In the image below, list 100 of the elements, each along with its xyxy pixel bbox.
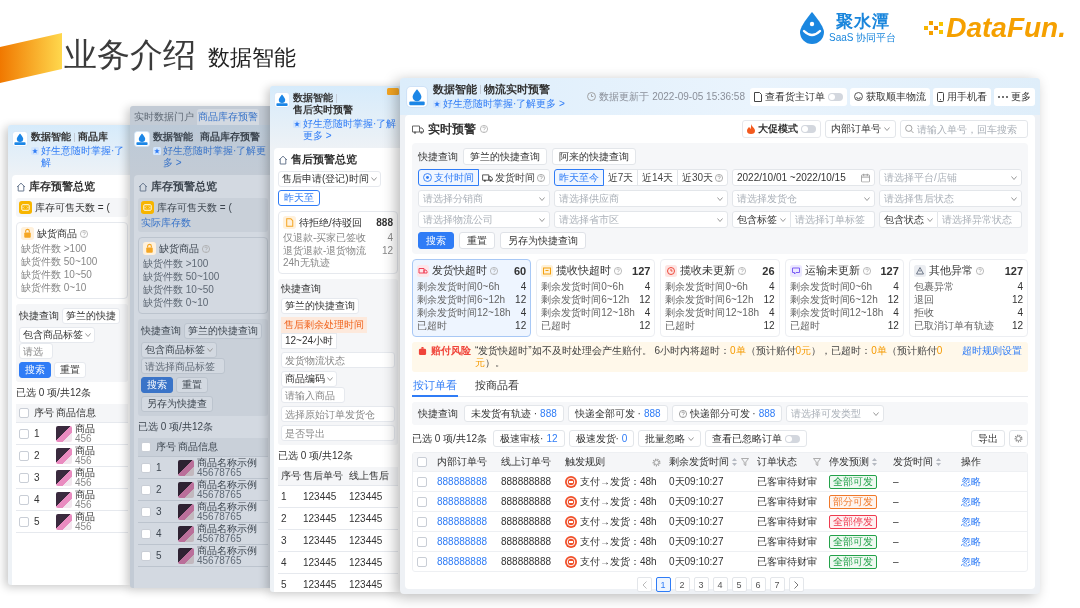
column-header[interactable]: 内部订单号 <box>433 453 497 471</box>
page-button[interactable]: 3 <box>693 577 709 592</box>
toolbar-button[interactable]: 极速审核· 12 <box>493 430 565 447</box>
toggle-switch[interactable] <box>801 125 816 133</box>
action-button[interactable]: 搜索 <box>19 362 51 378</box>
select-field[interactable]: 请选择平台/店铺 <box>879 169 1022 186</box>
filter-dropdown[interactable]: 包含商品标签 <box>141 342 217 358</box>
select-field[interactable]: 请选择供应商 <box>554 190 728 207</box>
alert-card[interactable]: 揽收快超时 127 剩余发货时间0~6h 4 剩余发货时间6~12h 12 剩余发货时间12~18h 4 已超时 12 <box>536 259 656 337</box>
toolbar-button[interactable]: 批量忽略 <box>638 430 702 447</box>
checkbox[interactable] <box>19 450 29 461</box>
promo-mode-button[interactable]: 大促模式 <box>742 120 821 138</box>
checkbox[interactable] <box>19 408 29 418</box>
help-icon[interactable] <box>614 266 623 275</box>
order-link[interactable]: 888888888 <box>437 555 488 568</box>
alert-card[interactable]: 揽收未更新 26 剩余发货时间0~6h 4 剩余发货时间6~12h 12 剩余发货时间12~18h 4 已超时 12 <box>660 259 780 337</box>
checkbox[interactable] <box>141 484 151 495</box>
checkbox[interactable] <box>19 516 29 527</box>
checkbox[interactable] <box>19 428 29 439</box>
column-header[interactable]: 剩余发货时间 <box>665 453 753 471</box>
filter-icon[interactable] <box>741 458 749 466</box>
filter-icon[interactable] <box>813 458 821 466</box>
segment-button[interactable]: 支付时间 <box>418 169 479 186</box>
help-icon[interactable] <box>738 266 747 275</box>
ignore-link[interactable]: 忽略 <box>961 535 981 548</box>
page-button[interactable]: 2 <box>674 577 690 592</box>
view-tab[interactable]: 按商品看 <box>474 377 520 397</box>
ignore-link[interactable]: 忽略 <box>961 495 981 508</box>
checkbox[interactable] <box>141 506 151 517</box>
alert-card[interactable]: 发货快超时 60 剩余发货时间0~6h 4 剩余发货时间6~12h 12 剩余发货时间12~18h 4 已超时 12 <box>412 259 532 337</box>
select-field[interactable]: 请选择分销商 <box>418 190 550 207</box>
checkbox[interactable] <box>19 472 29 483</box>
window-tab[interactable]: 商品库存预警 <box>197 109 259 125</box>
segment-button[interactable]: 近14天 <box>637 169 679 186</box>
date-range-field[interactable]: 2022/10/01 ~2022/10/15 <box>732 169 875 186</box>
previous-page-button[interactable] <box>636 577 652 592</box>
input-field[interactable]: 请选择订单标签 <box>791 211 875 228</box>
quick-filter-chip[interactable]: 快递全部可发 · 888 <box>567 405 668 422</box>
header-button[interactable]: 获取顺丰物流 <box>850 87 930 106</box>
quick-query-button[interactable]: 笋兰的快捷查询 <box>281 298 359 314</box>
ignore-link[interactable]: 忽略 <box>961 475 981 488</box>
ignore-link[interactable]: 忽略 <box>961 515 981 528</box>
filter-dropdown[interactable]: 包含标签 <box>732 211 791 228</box>
view-tab[interactable]: 按订单看 <box>412 377 458 397</box>
checkbox[interactable] <box>417 536 427 547</box>
checkbox[interactable] <box>417 496 427 507</box>
header-button[interactable]: 用手机看 <box>933 87 991 106</box>
help-icon[interactable] <box>490 266 498 275</box>
checkbox[interactable] <box>19 494 29 505</box>
order-link[interactable]: 888888888 <box>437 515 488 528</box>
time-type-dropdown[interactable]: 售后申请(登记)时间 <box>278 171 381 187</box>
help-icon[interactable] <box>202 244 210 253</box>
order-link[interactable]: 888888888 <box>437 475 488 488</box>
deadline-value[interactable]: 12~24小时 <box>281 333 338 349</box>
order-link[interactable]: 888888888 <box>437 495 488 508</box>
alert-card[interactable]: 运输未更新 127 剩余发货时间0~6h 4 剩余发货时间6~12h 12 剩余发货时间12~18h 4 已超时 12 <box>784 259 904 337</box>
search-scope-dropdown[interactable]: 内部订单号 <box>825 120 896 138</box>
checkbox[interactable] <box>417 556 427 567</box>
toolbar-button[interactable]: 查看已忽略订单 <box>705 430 808 447</box>
alert-card[interactable]: 其他异常 127 包裹异常 4 退回 12 拒收 4 已取消订单有轨迹 12 <box>908 259 1028 337</box>
header-button[interactable]: 查看货主订单 <box>750 87 847 106</box>
select-field[interactable]: 请选择可发类型 <box>786 405 885 422</box>
checkbox[interactable] <box>141 550 151 561</box>
quick-query-button[interactable]: 阿来的快捷查询 <box>552 148 636 165</box>
column-header[interactable]: 线上订单号 <box>497 453 561 471</box>
segment-button[interactable]: 近7天 <box>602 169 639 186</box>
checkbox[interactable] <box>417 476 427 487</box>
header-button[interactable]: 更多 <box>994 87 1035 106</box>
sort-icon[interactable] <box>936 458 941 466</box>
sort-icon[interactable] <box>872 458 877 466</box>
action-button[interactable]: 另存为快捷查询 <box>500 232 586 249</box>
tagline-link[interactable]: 好生意随时掌握·了解更多 > <box>293 118 398 142</box>
select-field[interactable]: 请选择省市区 <box>554 211 728 228</box>
order-link[interactable]: 888888888 <box>437 535 488 548</box>
select-field[interactable]: 请选择售后状态 <box>879 190 1022 207</box>
checkbox[interactable] <box>141 528 151 539</box>
filter-dropdown[interactable]: 商品编码 <box>281 371 337 387</box>
select-field[interactable]: 请选择发货仓 <box>732 190 875 207</box>
ignore-link[interactable]: 忽略 <box>961 555 981 568</box>
page-button[interactable]: 6 <box>750 577 766 592</box>
action-button[interactable]: 另存为快捷查 <box>141 396 213 412</box>
segment-button[interactable]: 发货时间 <box>477 169 550 186</box>
tagline-link[interactable]: 好生意随时掌握·了解更多 > <box>433 98 565 110</box>
help-icon[interactable] <box>480 125 488 133</box>
toggle-switch[interactable] <box>785 434 801 443</box>
alert-card[interactable]: 缺货商品 缺货件数 >100 缺货件数 50~100 缺货件数 10~50 缺货件数 0~10 <box>16 222 128 299</box>
checkbox[interactable] <box>417 516 427 527</box>
help-icon[interactable] <box>975 266 984 275</box>
export-button[interactable]: 导出 <box>971 430 1005 447</box>
rule-settings-link[interactable]: 超时规则设置 <box>962 345 1022 357</box>
help-icon[interactable] <box>862 266 871 275</box>
settings-button[interactable] <box>1009 430 1028 447</box>
action-button[interactable]: 重置 <box>54 362 86 378</box>
toggle-switch[interactable] <box>828 92 843 101</box>
input-field[interactable]: 请选择商品标签 <box>141 358 225 374</box>
action-button[interactable]: 搜索 <box>418 232 454 249</box>
input-field[interactable]: 请选择异常状态 <box>938 211 1022 228</box>
quick-query-button[interactable]: 笋兰的快捷查询 <box>463 148 547 165</box>
quick-query-button[interactable]: 笋兰的快捷查询 <box>184 323 262 339</box>
filter-dropdown[interactable]: 包含商品标签 <box>19 327 95 343</box>
